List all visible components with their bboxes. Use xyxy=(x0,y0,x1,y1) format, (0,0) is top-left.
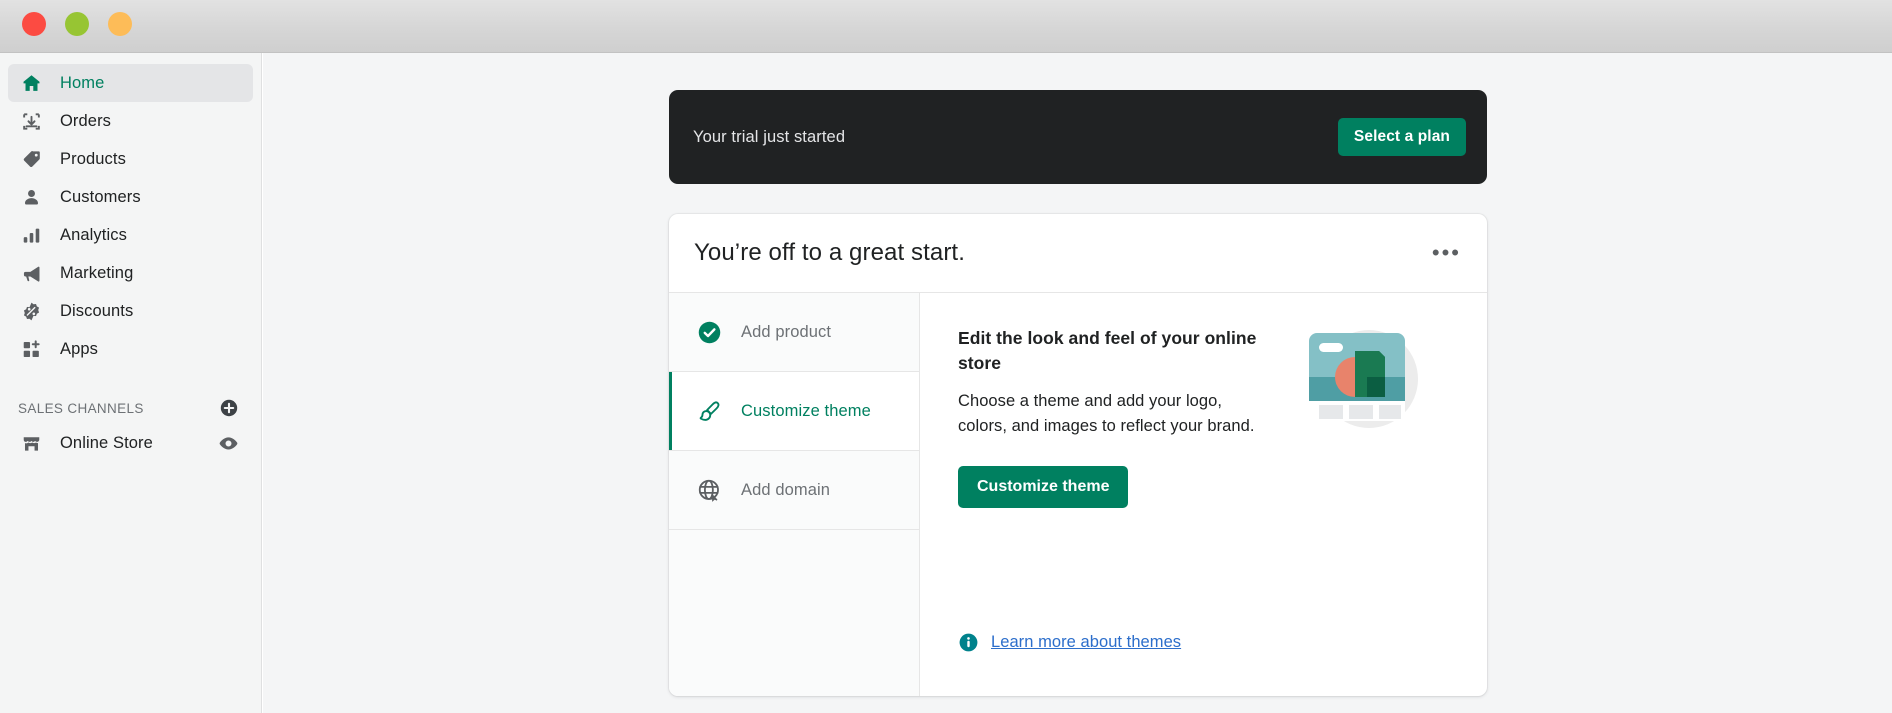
task-label: Add product xyxy=(741,322,832,341)
learn-more-about-themes-link[interactable]: Learn more about themes xyxy=(991,633,1181,652)
online-store-theme-illustration xyxy=(1297,315,1429,447)
apps-icon xyxy=(18,336,44,362)
sidebar-item-apps[interactable]: Apps xyxy=(8,330,253,368)
info-circle-icon xyxy=(958,632,979,653)
marketing-icon xyxy=(18,260,44,286)
sidebar-item-discounts[interactable]: Discounts xyxy=(8,292,253,330)
globe-icon xyxy=(697,478,722,503)
task-label: Customize theme xyxy=(741,401,871,420)
sidebar-item-label: Marketing xyxy=(60,263,134,282)
sidebar-item-label: Apps xyxy=(60,339,99,358)
storefront-icon xyxy=(18,430,44,456)
sidebar-item-orders[interactable]: Orders xyxy=(8,102,253,140)
sidebar-item-label: Products xyxy=(60,149,126,168)
detail-description: Choose a theme and add your logo, colors… xyxy=(958,391,1255,435)
sidebar-item-customers[interactable]: Customers xyxy=(8,178,253,216)
sidebar-item-label: Discounts xyxy=(60,301,134,320)
discounts-icon xyxy=(18,298,44,324)
sidebar-item-products[interactable]: Products xyxy=(8,140,253,178)
task-detail-pane: Edit the look and feel of your online st… xyxy=(920,293,1487,696)
select-a-plan-button[interactable]: Select a plan xyxy=(1337,118,1466,156)
trial-banner: Your trial just started Select a plan xyxy=(669,90,1487,184)
customers-icon xyxy=(18,184,44,210)
task-add-product[interactable]: Add product xyxy=(669,293,919,372)
onboarding-card-header: You’re off to a great start. ••• xyxy=(669,214,1487,293)
sidebar-item-label: Customers xyxy=(60,187,141,206)
window-titlebar xyxy=(0,0,1892,53)
customize-theme-button[interactable]: Customize theme xyxy=(958,466,1129,509)
check-circle-filled-icon xyxy=(697,320,722,345)
maximize-window-button[interactable] xyxy=(108,12,132,36)
sidebar-item-home[interactable]: Home xyxy=(8,64,253,102)
ellipsis-icon[interactable]: ••• xyxy=(1428,236,1465,270)
detail-heading: Edit the look and feel of your online st… xyxy=(958,328,1257,374)
task-list-filler xyxy=(669,530,919,696)
analytics-icon xyxy=(18,222,44,248)
paintbrush-icon xyxy=(697,399,722,424)
onboarding-card: You’re off to a great start. ••• Add pro… xyxy=(669,214,1487,696)
eye-icon[interactable] xyxy=(218,433,239,454)
traffic-light-buttons xyxy=(22,12,132,36)
plus-circle-icon[interactable] xyxy=(219,398,239,418)
learn-more-row[interactable]: Learn more about themes xyxy=(958,632,1181,653)
home-icon xyxy=(18,70,44,96)
task-label: Add domain xyxy=(741,480,831,499)
sidebar-item-analytics[interactable]: Analytics xyxy=(8,216,253,254)
task-add-domain[interactable]: Add domain xyxy=(669,451,919,530)
sales-channels-header: SALES CHANNELS xyxy=(8,392,253,424)
setup-task-list: Add product Customize theme Add domain xyxy=(669,293,920,696)
sidebar-navigation: Home Orders Products Customers Analytics… xyxy=(0,53,262,713)
sidebar-item-online-store[interactable]: Online Store xyxy=(8,424,253,462)
app-window: Home Orders Products Customers Analytics… xyxy=(0,0,1892,713)
trial-banner-text: Your trial just started xyxy=(693,127,846,146)
sidebar-item-label: Orders xyxy=(60,111,112,130)
sidebar-item-label: Home xyxy=(60,73,105,92)
sidebar-item-marketing[interactable]: Marketing xyxy=(8,254,253,292)
products-icon xyxy=(18,146,44,172)
sidebar-item-label: Online Store xyxy=(60,433,153,452)
main-content-area: Your trial just started Select a plan Yo… xyxy=(263,53,1892,713)
page-title: You’re off to a great start. xyxy=(694,239,965,266)
sales-channels-title: SALES CHANNELS xyxy=(18,400,144,416)
content-column: Your trial just started Select a plan Yo… xyxy=(669,90,1487,696)
orders-icon xyxy=(18,108,44,134)
task-customize-theme[interactable]: Customize theme xyxy=(669,372,919,451)
close-window-button[interactable] xyxy=(22,12,46,36)
sidebar-item-label: Analytics xyxy=(60,225,127,244)
minimize-window-button[interactable] xyxy=(65,12,89,36)
onboarding-card-body: Add product Customize theme Add domain E… xyxy=(669,293,1487,696)
